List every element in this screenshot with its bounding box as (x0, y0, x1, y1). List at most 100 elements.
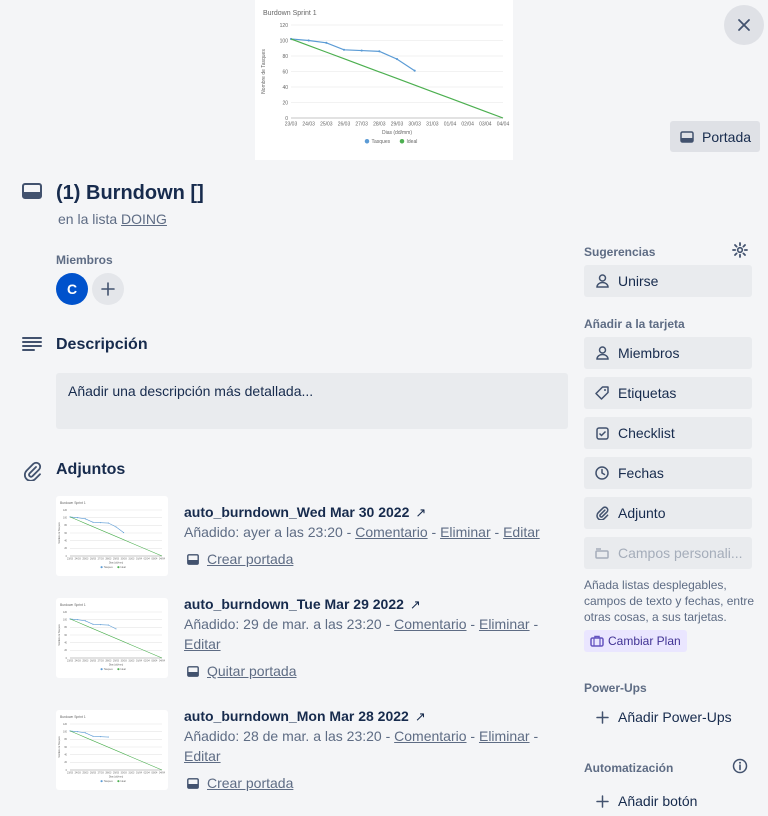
data-point (84, 518, 86, 520)
comment-link[interactable]: Comentario (394, 728, 466, 744)
x-tick-label: 02/04 (461, 122, 474, 128)
attachment-thumbnail[interactable]: Burdown Sprint 1 0 20 40 60 80 100 120 23/03 24/0… (56, 496, 168, 576)
make-cover-action[interactable]: Crear portada (187, 551, 293, 567)
data-point (115, 628, 117, 630)
x-tick-label: 29/03 (113, 660, 120, 663)
x-tick-label: 26/03 (90, 660, 97, 663)
data-point (77, 619, 79, 621)
cover-image[interactable]: Burdown Sprint 1 0 20 40 60 80 100 120 23/03 24/0… (255, 0, 513, 160)
legend-label: Tasques (104, 566, 114, 569)
x-tick-label: 29/03 (113, 558, 120, 561)
edit-link[interactable]: Editar (503, 524, 540, 540)
x-tick-label: 02/04 (144, 772, 151, 775)
data-point (92, 623, 94, 625)
legend-label: Ideal (121, 780, 127, 783)
add-member-button[interactable] (92, 273, 124, 305)
legend-marker (117, 566, 120, 569)
y-tick-label: 40 (64, 540, 67, 543)
plus-icon (594, 710, 610, 724)
delete-link[interactable]: Eliminar (440, 524, 491, 540)
attachment-button[interactable]: Adjunto (584, 497, 752, 529)
x-tick-label: 03/04 (151, 558, 158, 561)
powerups-label: Power-Ups (584, 681, 647, 695)
chart-title: Burdown Sprint 1 (60, 501, 86, 505)
y-tick-label: 100 (63, 619, 68, 622)
legend-label: Tasques (372, 139, 391, 145)
y-tick-label: 120 (280, 23, 289, 29)
cover-button[interactable]: Portada (670, 121, 760, 152)
y-tick-label: 100 (63, 731, 68, 734)
x-tick-label: 04/04 (159, 772, 166, 775)
data-point (360, 49, 363, 52)
upgrade-plan-label: Cambiar Plan (608, 634, 681, 648)
custom-fields-help: Añada listas desplegables, campos de tex… (584, 578, 755, 624)
checklist-button[interactable]: Checklist (584, 417, 752, 449)
x-tick-label: 28/03 (105, 772, 112, 775)
y-tick-label: 60 (282, 69, 288, 75)
cover-action-label: Crear portada (207, 775, 294, 791)
description-input[interactable]: Añadir una descripción más detallada... (56, 373, 568, 429)
y-tick-label: 80 (282, 54, 288, 60)
comment-link[interactable]: Comentario (394, 616, 466, 632)
card-title[interactable]: (1) Burndown [] (56, 182, 204, 205)
y-tick-label: 80 (64, 738, 67, 741)
attachment-name[interactable]: auto_burndown_Wed Mar 30 2022 ↗ (184, 504, 426, 521)
x-tick-label: 23/03 (67, 558, 74, 561)
add-button-button[interactable]: Añadir botón (584, 785, 752, 816)
x-tick-label: 01/04 (136, 772, 143, 775)
labels-button[interactable]: Etiquetas (584, 377, 752, 409)
data-point (92, 735, 94, 737)
series-line (290, 38, 415, 72)
x-tick-label: 29/03 (391, 122, 404, 128)
data-point (395, 58, 399, 61)
legend-label: Tasques (104, 668, 114, 671)
attachment-thumbnail[interactable]: Burdown Sprint 1 0 20 40 60 80 100 120 23/03 24/0… (56, 710, 168, 790)
attachment-name-text: auto_burndown_Tue Mar 29 2022 (184, 596, 404, 612)
y-tick-label: 100 (280, 38, 289, 44)
delete-link[interactable]: Eliminar (479, 616, 530, 632)
card-cover-icon (680, 130, 694, 143)
attachment-name[interactable]: auto_burndown_Tue Mar 29 2022 ↗ (184, 596, 421, 613)
data-point (92, 521, 94, 523)
custom-fields-icon (594, 547, 610, 559)
make-cover-action[interactable]: Crear portada (187, 775, 293, 791)
avatar[interactable]: C (56, 273, 88, 305)
x-tick-label: 27/03 (98, 558, 105, 561)
remove-cover-action[interactable]: Quitar portada (187, 663, 297, 679)
x-tick-label: 31/03 (426, 122, 439, 128)
close-button[interactable] (724, 5, 764, 45)
upgrade-plan-button[interactable]: Cambiar Plan (584, 630, 687, 652)
add-powerups-button[interactable]: Añadir Power-Ups (584, 701, 752, 733)
list-link[interactable]: DOING (121, 211, 167, 227)
edit-link[interactable]: Editar (184, 636, 221, 652)
join-button[interactable]: Unirse (584, 265, 752, 297)
y-tick-label: 60 (64, 532, 67, 535)
x-tick-label: 02/04 (144, 558, 151, 561)
x-tick-label: 03/04 (151, 660, 158, 663)
labels-button-label: Etiquetas (618, 385, 677, 401)
plus-icon (594, 794, 610, 808)
gear-icon[interactable] (732, 242, 748, 263)
attachment-name[interactable]: auto_burndown_Mon Mar 28 2022 ↗ (184, 708, 426, 725)
x-tick-label: 03/04 (151, 772, 158, 775)
data-point (84, 620, 86, 622)
y-tick-label: 120 (63, 723, 68, 726)
description-title: Descripción (56, 336, 148, 353)
x-axis-label: Dias (dd/mm) (109, 776, 124, 779)
data-point (325, 41, 328, 44)
dates-button[interactable]: Fechas (584, 457, 752, 489)
x-tick-label: 30/03 (121, 772, 128, 775)
info-icon[interactable] (732, 758, 748, 779)
attachment-thumbnail[interactable]: Burdown Sprint 1 0 20 40 60 80 100 120 23/03 24/0… (56, 598, 168, 678)
delete-link[interactable]: Eliminar (479, 728, 530, 744)
comment-link[interactable]: Comentario (355, 524, 427, 540)
x-tick-label: 24/03 (75, 660, 82, 663)
x-tick-label: 01/04 (136, 558, 143, 561)
attachment-meta: Añadido: ayer a las 23:20 - Comentario -… (184, 524, 540, 540)
custom-fields-button[interactable]: Campos personali... (584, 537, 752, 569)
x-tick-label: 24/03 (302, 122, 315, 128)
x-tick-label: 29/03 (113, 772, 120, 775)
add-to-card-label: Añadir a la tarjeta (584, 317, 685, 331)
members-button[interactable]: Miembros (584, 337, 752, 369)
edit-link[interactable]: Editar (184, 748, 221, 764)
